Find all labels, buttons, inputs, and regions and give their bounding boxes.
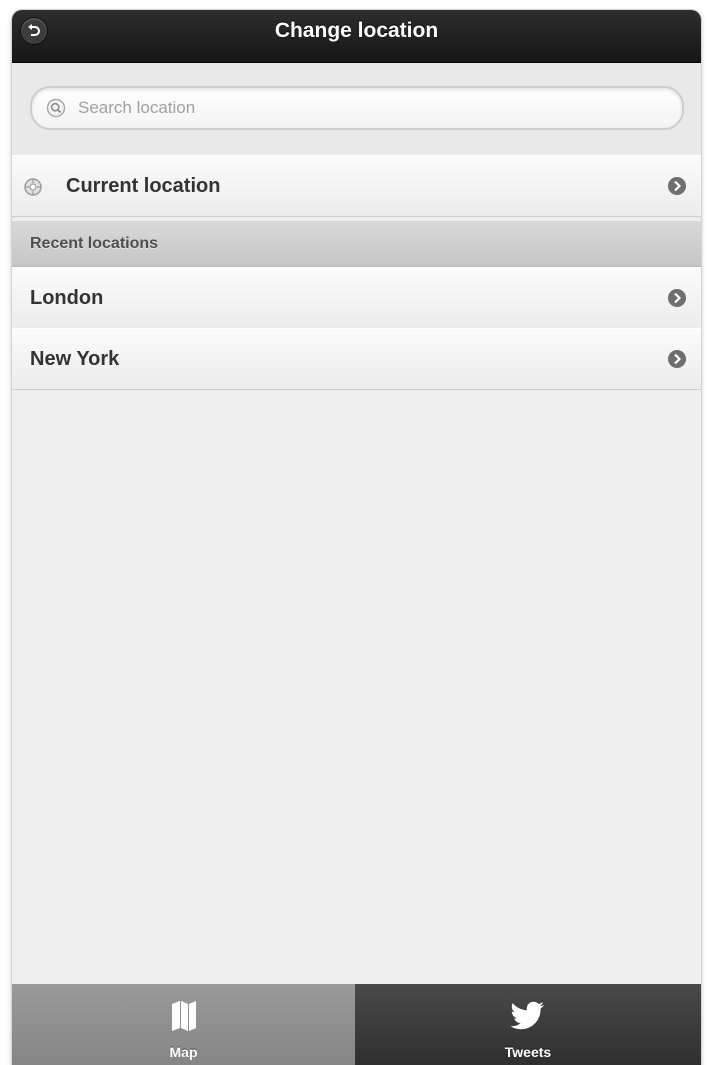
app-screen: Change location Current location [12,10,701,1065]
list-item-new-york[interactable]: New York [12,328,701,390]
map-icon [171,1001,196,1031]
list-item-london[interactable]: London [12,267,701,329]
search-icon [46,98,66,118]
list-item-label: London [30,287,104,309]
search-bar [12,63,701,155]
location-target-icon [24,178,42,196]
title-bar: Change location [12,10,701,63]
content-area [12,390,701,984]
tab-map[interactable]: Map [12,984,355,1065]
search-field[interactable] [30,86,684,130]
chevron-right-icon [668,177,686,195]
current-location-row[interactable]: Current location [12,155,701,217]
page-title: Change location [274,19,439,42]
list-item-label: New York [30,348,120,370]
chevron-right-icon [668,350,686,368]
chevron-right-icon [668,289,686,307]
section-title: Recent locations [30,235,159,252]
tab-tweets[interactable]: Tweets [355,984,701,1065]
tab-bar: Map Tweets [12,984,701,1065]
tab-label: Tweets [504,1044,552,1060]
recent-locations-header: Recent locations [12,221,701,267]
twitter-bird-icon [510,1001,545,1030]
search-input[interactable] [72,88,674,128]
tab-label: Map [169,1044,198,1060]
current-location-label: Current location [66,175,221,197]
